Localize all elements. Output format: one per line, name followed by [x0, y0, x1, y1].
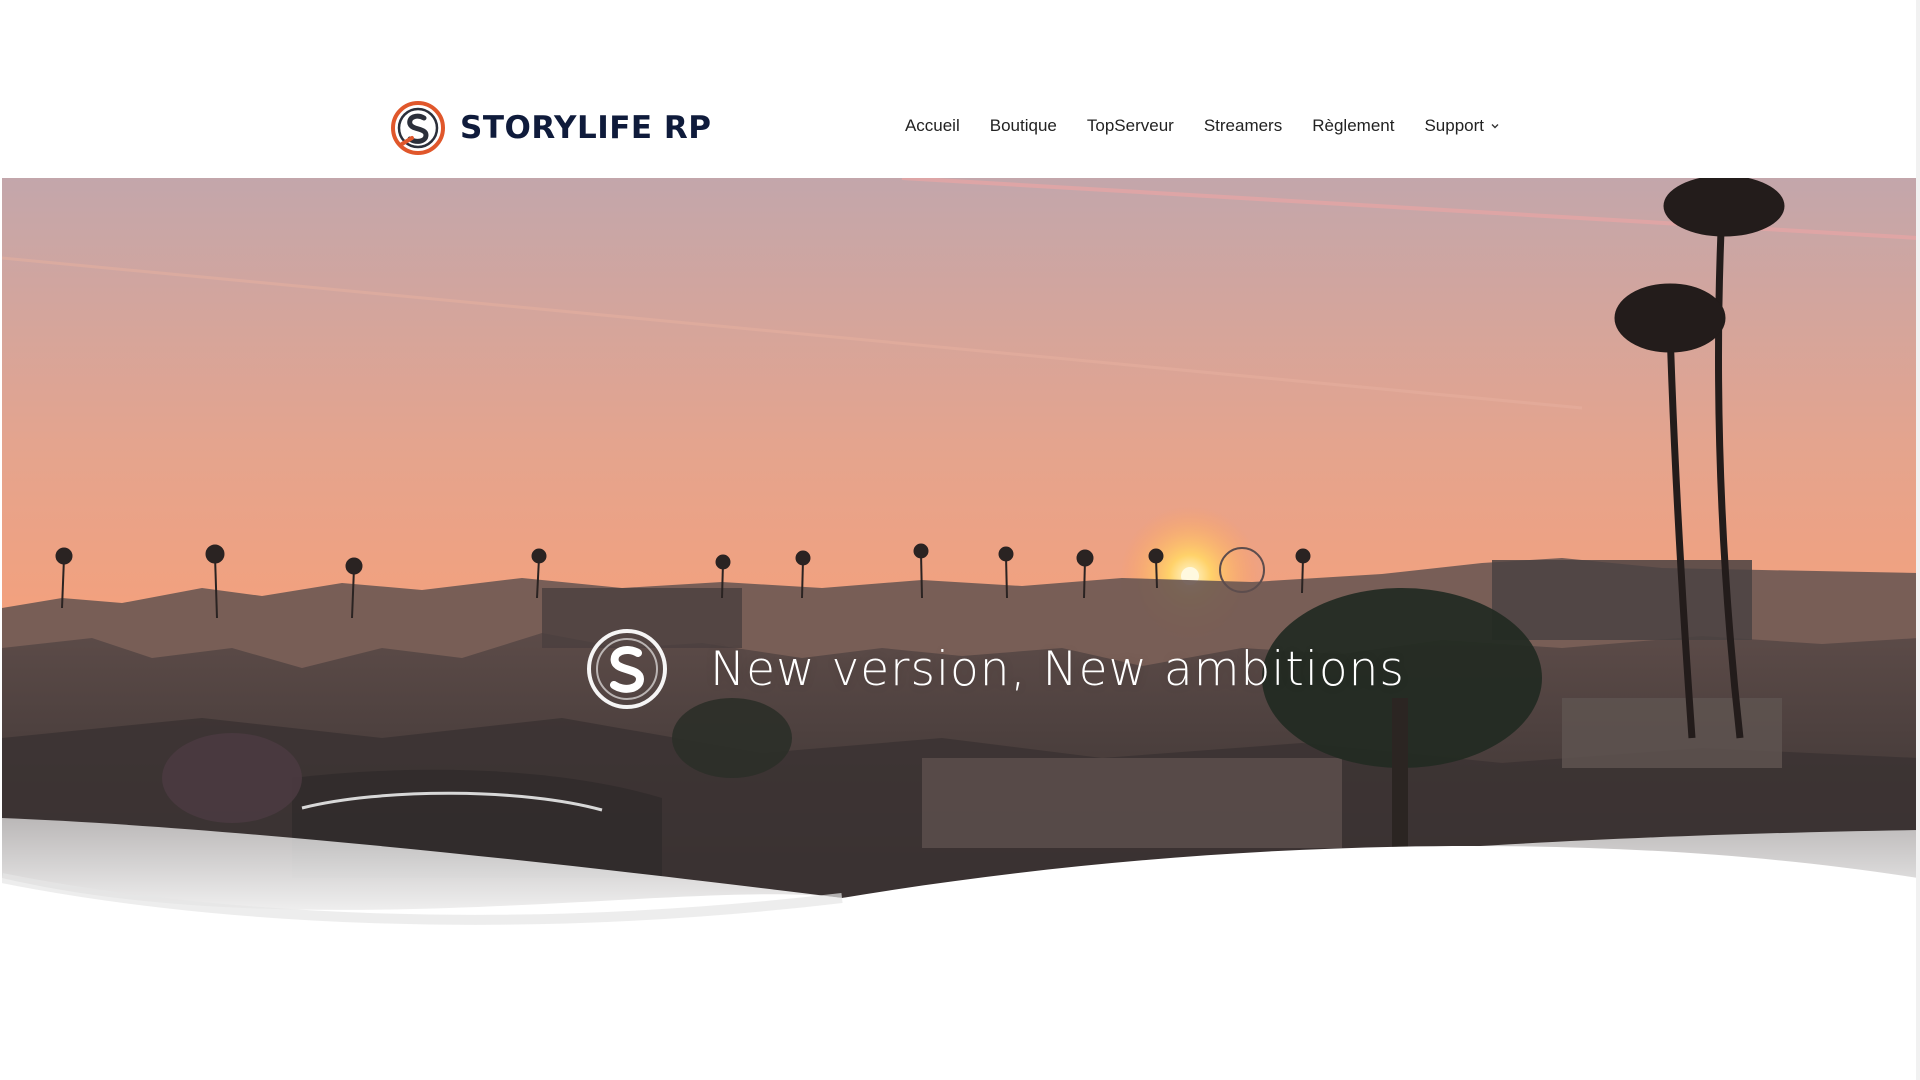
brand-home-link[interactable]: STORYLIFE RP	[390, 100, 711, 156]
nav-item-accueil[interactable]: Accueil	[905, 116, 960, 136]
nav-item-support[interactable]: Support	[1424, 116, 1500, 136]
storylife-s-logo-icon	[587, 629, 667, 709]
site-header: STORYLIFE RP Accueil Boutique TopServeur…	[0, 0, 1920, 178]
hero-headline: New version, New ambitions	[584, 626, 1405, 712]
page-scrollbar[interactable]	[1916, 0, 1920, 1080]
chevron-down-icon	[1491, 124, 1499, 129]
storylife-s-logo-icon	[391, 101, 445, 155]
hero-sunset-city-image	[2, 178, 1918, 938]
hero-banner: New version, New ambitions	[2, 178, 1918, 938]
hero-title: New version, New ambitions	[710, 641, 1405, 697]
nav-item-reglement[interactable]: Règlement	[1312, 116, 1394, 136]
nav-item-topserveur[interactable]: TopServeur	[1087, 116, 1174, 136]
nav-item-support-label: Support	[1424, 116, 1484, 135]
nav-item-streamers[interactable]: Streamers	[1204, 116, 1282, 136]
main-nav: Accueil Boutique TopServeur Streamers Rè…	[905, 116, 1500, 136]
page: STORYLIFE RP Accueil Boutique TopServeur…	[0, 0, 1920, 1080]
brand-name: STORYLIFE RP	[460, 109, 712, 146]
nav-item-boutique[interactable]: Boutique	[990, 116, 1057, 136]
